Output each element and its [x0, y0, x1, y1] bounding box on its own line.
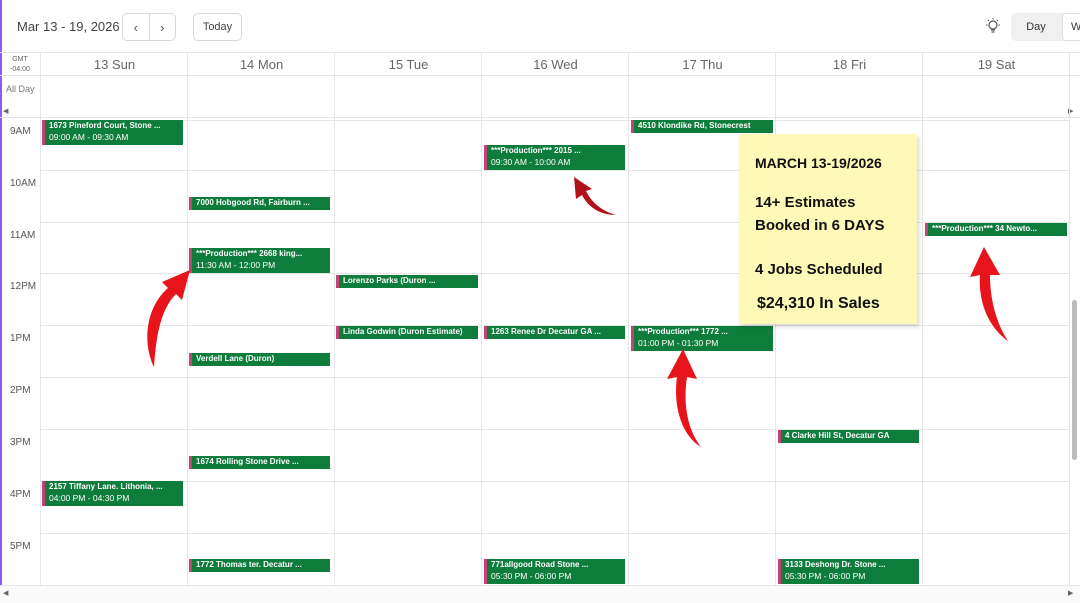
day-header-sun[interactable]: 13 Sun: [41, 53, 188, 76]
hour-label: 11AM: [10, 230, 36, 241]
note-sales: $24,310 In Sales: [757, 295, 880, 312]
event-title: ***Production*** 34 Newto...: [932, 224, 1037, 233]
day-header-mon[interactable]: 14 Mon: [188, 53, 335, 76]
view-week-button[interactable]: W: [1062, 13, 1080, 41]
calendar-event[interactable]: 1772 Thomas ter. Decatur ...: [189, 559, 330, 572]
calendar-event[interactable]: 3133 Deshong Dr. Stone ... 05:30 PM - 06…: [778, 559, 919, 584]
event-title: ***Production*** 1772 ...: [638, 327, 728, 336]
event-title: Verdell Lane (Duron): [196, 354, 275, 363]
red-arrow-icon: [147, 270, 190, 367]
date-range-label: Mar 13 - 19, 2026: [17, 19, 120, 34]
calendar-event[interactable]: 4 Clarke Hill St, Decatur GA: [778, 430, 919, 443]
event-title: 7000 Hobgood Rd, Fairburn ...: [196, 198, 310, 207]
hour-label: 1PM: [10, 333, 31, 344]
note-estimates: 14+ Estimates: [755, 194, 856, 211]
red-arrow-icon: [667, 349, 701, 447]
event-title: 1674 Rolling Stone Drive ...: [196, 457, 299, 466]
day-header-thu[interactable]: 17 Thu: [629, 53, 776, 76]
horizontal-scrollbar[interactable]: ◀ ▶: [0, 107, 1080, 118]
day-header-tue[interactable]: 15 Tue: [335, 53, 482, 76]
calendar-event[interactable]: ***Production*** 34 Newto...: [925, 223, 1067, 236]
red-arrow-icon: [574, 177, 616, 215]
bottom-scrollbar[interactable]: ◀ ▶: [0, 585, 1080, 603]
next-week-button[interactable]: ›: [148, 14, 176, 40]
calendar-event[interactable]: 7000 Hobgood Rd, Fairburn ...: [189, 197, 330, 210]
hour-line: [40, 377, 1070, 378]
lightbulb-icon[interactable]: [984, 17, 1002, 35]
event-title: 771allgood Road Stone ...: [491, 560, 589, 569]
calendar-event[interactable]: Lorenzo Parks (Duron ...: [336, 275, 478, 288]
grid-column-line: [922, 53, 923, 585]
all-day-label: All Day: [6, 84, 35, 94]
day-header-wed[interactable]: 16 Wed: [482, 53, 629, 76]
event-title: ***Production*** 2668 king...: [196, 249, 303, 258]
event-title: 4 Clarke Hill St, Decatur GA: [785, 431, 890, 440]
event-title: Lorenzo Parks (Duron ...: [343, 276, 436, 285]
scrollbar-thumb[interactable]: [1072, 300, 1077, 460]
calendar-toolbar: Mar 13 - 19, 2026 ‹ › Today Day W: [0, 0, 1080, 53]
sticky-note: MARCH 13-19/2026 14+ Estimates Booked in…: [739, 134, 917, 324]
scroll-right-icon[interactable]: ▶: [1068, 589, 1073, 597]
event-time: 05:30 PM - 06:00 PM: [785, 571, 866, 581]
timezone-offset: -04:00: [10, 66, 30, 73]
hour-line: [40, 481, 1070, 482]
calendar-event[interactable]: Verdell Lane (Duron): [189, 353, 330, 366]
day-header-fri[interactable]: 18 Fri: [776, 53, 923, 76]
timezone-name: GMT: [12, 56, 28, 63]
calendar-event[interactable]: Linda Godwin (Duron Estimate): [336, 326, 478, 339]
previous-week-button[interactable]: ‹: [123, 14, 149, 40]
hour-label: 3PM: [10, 437, 31, 448]
note-jobs: 4 Jobs Scheduled: [755, 261, 883, 278]
hour-label: 5PM: [10, 541, 31, 552]
week-navigation: ‹ ›: [122, 13, 176, 41]
view-day-button[interactable]: Day: [1011, 13, 1061, 41]
event-title: 2157 Tiffany Lane. Lithonia, ...: [49, 482, 163, 491]
event-title: Linda Godwin (Duron Estimate): [343, 327, 463, 336]
timezone-label: GMT -04:00: [6, 55, 34, 75]
grid-column-line: [40, 53, 41, 585]
hour-label: 10AM: [10, 178, 37, 189]
event-title: 1673 Pineford Court, Stone ...: [49, 121, 161, 130]
day-header-sat[interactable]: 19 Sat: [923, 53, 1070, 76]
calendar-event[interactable]: 2157 Tiffany Lane. Lithonia, ... 04:00 P…: [42, 481, 183, 506]
hour-line: [40, 533, 1070, 534]
event-title: 3133 Deshong Dr. Stone ...: [785, 560, 886, 569]
event-time: 09:30 AM - 10:00 AM: [491, 157, 571, 167]
hour-label: 9AM: [10, 126, 31, 137]
calendar-event[interactable]: 1673 Pineford Court, Stone ... 09:00 AM …: [42, 120, 183, 145]
hour-line: [40, 120, 1070, 121]
calendar-event[interactable]: ***Production*** 2015 ... 09:30 AM - 10:…: [484, 145, 625, 170]
event-time: 05:30 PM - 06:00 PM: [491, 571, 572, 581]
note-booked: Booked in 6 DAYS: [755, 217, 885, 234]
event-time: 11:30 AM - 12:00 PM: [196, 260, 276, 270]
event-title: ***Production*** 2015 ...: [491, 146, 581, 155]
grid-column-line: [628, 53, 629, 585]
event-time: 04:00 PM - 04:30 PM: [49, 493, 130, 503]
day-header-row: GMT -04:00 13 Sun 14 Mon 15 Tue 16 Wed 1…: [0, 53, 1080, 76]
calendar-event[interactable]: 4510 Klondike Rd, Stonecrest: [631, 120, 773, 133]
calendar-event[interactable]: 1263 Renee Dr Decatur GA ...: [484, 326, 625, 339]
calendar-event[interactable]: 1674 Rolling Stone Drive ...: [189, 456, 330, 469]
event-time: 09:00 AM - 09:30 AM: [49, 132, 129, 142]
calendar-event[interactable]: 771allgood Road Stone ... 05:30 PM - 06:…: [484, 559, 625, 584]
note-heading: MARCH 13-19/2026: [755, 155, 882, 171]
vertical-scrollbar[interactable]: [1069, 118, 1080, 585]
calendar-event[interactable]: ***Production*** 2668 king... 11:30 AM -…: [189, 248, 330, 273]
all-day-row[interactable]: All Day: [0, 76, 1080, 107]
grid-column-line: [481, 53, 482, 585]
event-title: 1263 Renee Dr Decatur GA ...: [491, 327, 601, 336]
grid-column-line: [334, 53, 335, 585]
event-title: 4510 Klondike Rd, Stonecrest: [638, 121, 751, 130]
today-button[interactable]: Today: [193, 13, 242, 41]
scroll-left-icon[interactable]: ◀: [3, 107, 8, 115]
hour-label: 12PM: [10, 281, 37, 292]
hour-label: 4PM: [10, 489, 31, 500]
event-title: 1772 Thomas ter. Decatur ...: [196, 560, 302, 569]
red-arrow-icon: [970, 247, 1008, 341]
scroll-left-icon[interactable]: ◀: [3, 589, 8, 597]
hour-label: 2PM: [10, 385, 31, 396]
